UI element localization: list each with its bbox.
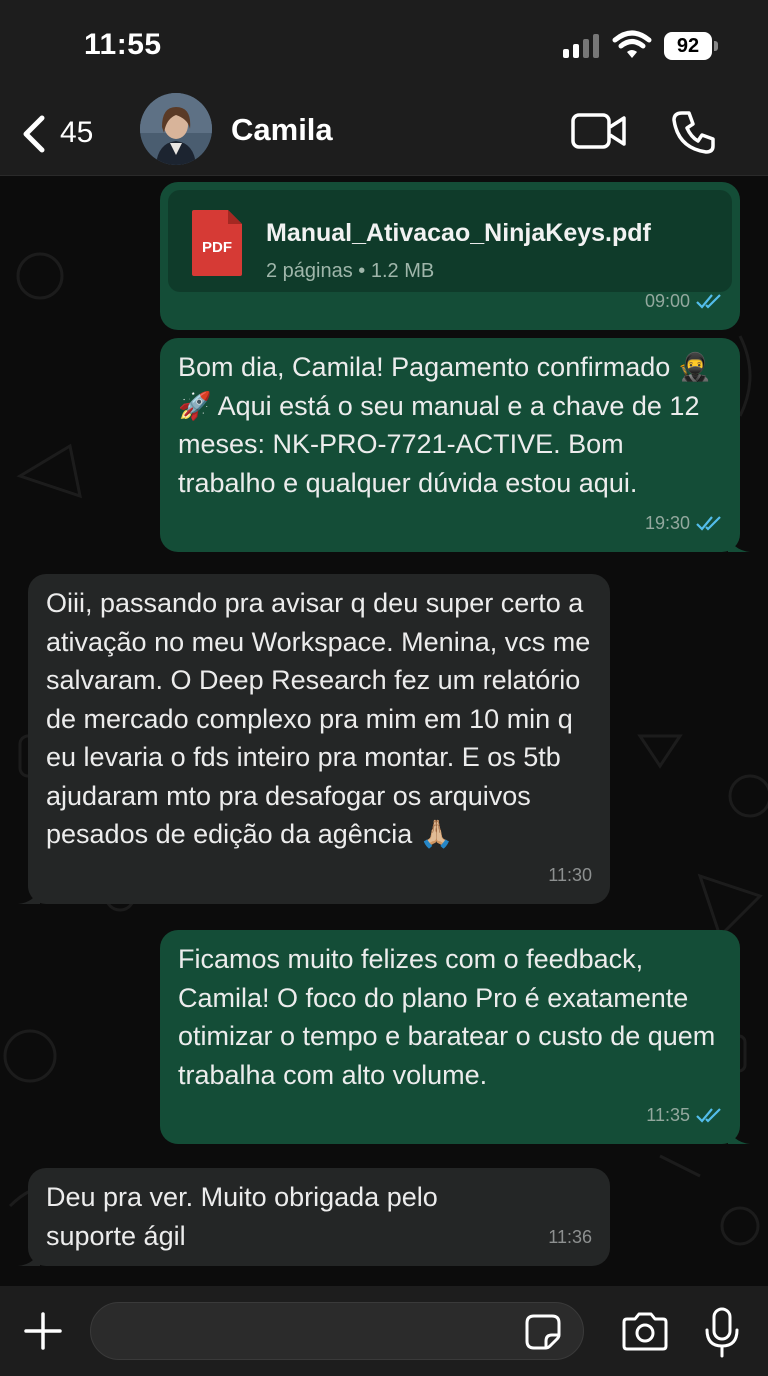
message-time: 19:30 [644, 512, 690, 533]
camera-icon[interactable] [620, 1312, 670, 1352]
microphone-icon[interactable] [703, 1306, 741, 1360]
contact-name[interactable]: Camila [231, 112, 333, 148]
avatar[interactable] [140, 93, 212, 165]
message-bubble-incoming[interactable]: Oiii, passando pra avisar q deu super ce… [18, 574, 610, 904]
message-input-bar [0, 1286, 768, 1376]
message-meta: 09:00 [645, 282, 722, 321]
message-meta: 11:35 [646, 1096, 722, 1135]
phone-icon[interactable] [670, 108, 718, 156]
avatar-image [140, 93, 212, 165]
message-bubble-incoming[interactable]: Deu pra ver. Muito obrigada pelo suporte… [18, 1168, 610, 1266]
message-time: 11:36 [548, 1226, 592, 1247]
chat-header: 45 Camila [0, 90, 768, 176]
document-card[interactable]: PDF Manual_Ativacao_NinjaKeys.pdf 2 pági… [168, 190, 732, 292]
message-bubble-outgoing[interactable]: Ficamos muito felizes com o feedback, Ca… [160, 930, 750, 1144]
message-text: Bom dia, Camila! Pagamento confirmado 🥷🚀… [178, 352, 712, 498]
chevron-left-icon [23, 115, 45, 153]
document-file-name: Manual_Ativacao_NinjaKeys.pdf [266, 219, 651, 247]
message-meta: 11:30 [548, 856, 592, 895]
message-time: 09:00 [644, 290, 690, 311]
message-input[interactable] [90, 1302, 584, 1360]
message-text: Deu pra ver. Muito obrigada pelo suporte… [46, 1182, 438, 1251]
message-bubble-outgoing[interactable]: Bom dia, Camila! Pagamento confirmado 🥷🚀… [160, 338, 750, 552]
back-button[interactable]: 45 [14, 98, 114, 168]
battery-indicator: 92 [664, 32, 712, 60]
pdf-icon: PDF [192, 210, 242, 276]
message-bubble-outgoing[interactable]: PDF Manual_Ativacao_NinjaKeys.pdf 2 pági… [160, 182, 740, 330]
bubble-tail [728, 1126, 750, 1144]
double-check-icon [696, 515, 721, 531]
message-meta: 11:36 [548, 1218, 592, 1257]
message-meta: 19:30 [645, 504, 722, 543]
signal-icon [563, 34, 603, 58]
wifi-icon [612, 30, 652, 58]
status-bar: 11:55 92 [0, 0, 768, 90]
document-file-info: 2 páginas • 1.2 MB [266, 260, 435, 282]
sticker-icon[interactable] [524, 1313, 562, 1351]
message-time: 11:30 [548, 864, 592, 885]
chat-area[interactable]: PDF Manual_Ativacao_NinjaKeys.pdf 2 pági… [0, 176, 768, 1286]
message-text: Ficamos muito felizes com o feedback, Ca… [178, 944, 716, 1090]
unread-count: 45 [60, 116, 94, 149]
double-check-icon [696, 1107, 721, 1123]
bubble-tail [18, 1248, 40, 1266]
bubble-tail [728, 534, 750, 552]
video-call-icon[interactable] [570, 110, 628, 152]
bubble-tail [18, 886, 40, 904]
pdf-icon-label: PDF [202, 239, 232, 256]
message-text: Oiii, passando pra avisar q deu super ce… [46, 588, 591, 849]
status-time: 11:55 [84, 28, 162, 61]
double-check-icon [696, 293, 721, 309]
plus-icon[interactable] [22, 1310, 64, 1352]
battery-tip [714, 41, 718, 51]
message-time: 11:35 [646, 1104, 690, 1125]
